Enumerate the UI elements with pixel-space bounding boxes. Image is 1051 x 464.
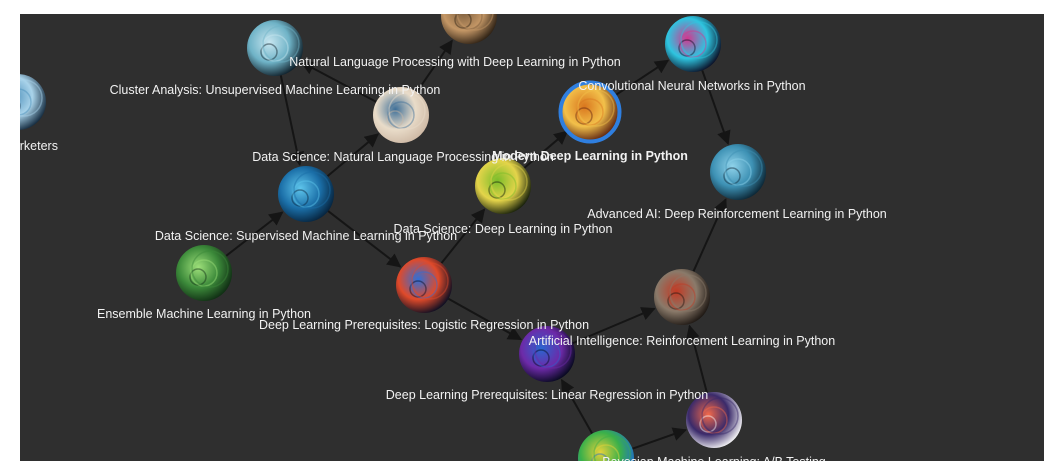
- labels-layer: Cluster Analysis: Unsupervised Machine L…: [20, 55, 887, 461]
- node-thumbnail[interactable]: [176, 245, 232, 301]
- node-marketers[interactable]: [20, 74, 46, 130]
- node-label-ab-testing: Bayesian Machine Learning: A/B Testing: [602, 455, 826, 461]
- node-label-modern-deep-learning: Modern Deep Learning in Python: [492, 149, 688, 163]
- node-rl[interactable]: [654, 269, 710, 325]
- node-label-marketers: and Marketers: [20, 139, 58, 153]
- node-thumbnail[interactable]: [396, 257, 452, 313]
- node-thumbnail[interactable]: [278, 166, 334, 222]
- node-thumbnail[interactable]: [665, 16, 721, 72]
- node-label-logistic-regression: Deep Learning Prerequisites: Logistic Re…: [259, 318, 589, 332]
- node-ds-deep-learning[interactable]: [475, 158, 531, 214]
- node-cnn[interactable]: [665, 16, 721, 72]
- graph-canvas[interactable]: Cluster Analysis: Unsupervised Machine L…: [20, 14, 1044, 461]
- node-label-nlp-deep-learning: Natural Language Processing with Deep Le…: [289, 55, 621, 69]
- node-ensemble[interactable]: [176, 245, 232, 301]
- node-label-ds-supervised: Data Science: Supervised Machine Learnin…: [155, 229, 457, 243]
- node-label-rl: Artificial Intelligence: Reinforcement L…: [529, 334, 835, 348]
- course-dependency-graph[interactable]: Cluster Analysis: Unsupervised Machine L…: [20, 14, 1044, 461]
- node-thumbnail[interactable]: [475, 158, 531, 214]
- node-label-cluster-analysis: Cluster Analysis: Unsupervised Machine L…: [110, 83, 441, 97]
- node-label-linear-regression: Deep Learning Prerequisites: Linear Regr…: [386, 388, 708, 402]
- node-advanced-ai[interactable]: [710, 144, 766, 200]
- node-label-advanced-ai: Advanced AI: Deep Reinforcement Learning…: [587, 207, 887, 221]
- node-logistic-regression[interactable]: [396, 257, 452, 313]
- node-thumbnail[interactable]: [654, 269, 710, 325]
- node-thumbnail[interactable]: [710, 144, 766, 200]
- node-ds-supervised[interactable]: [278, 166, 334, 222]
- node-label-cnn: Convolutional Neural Networks in Python: [578, 79, 805, 93]
- node-nlp-deep-learning[interactable]: [441, 14, 497, 44]
- edge-bottom-node-to-ab-testing: [632, 427, 688, 450]
